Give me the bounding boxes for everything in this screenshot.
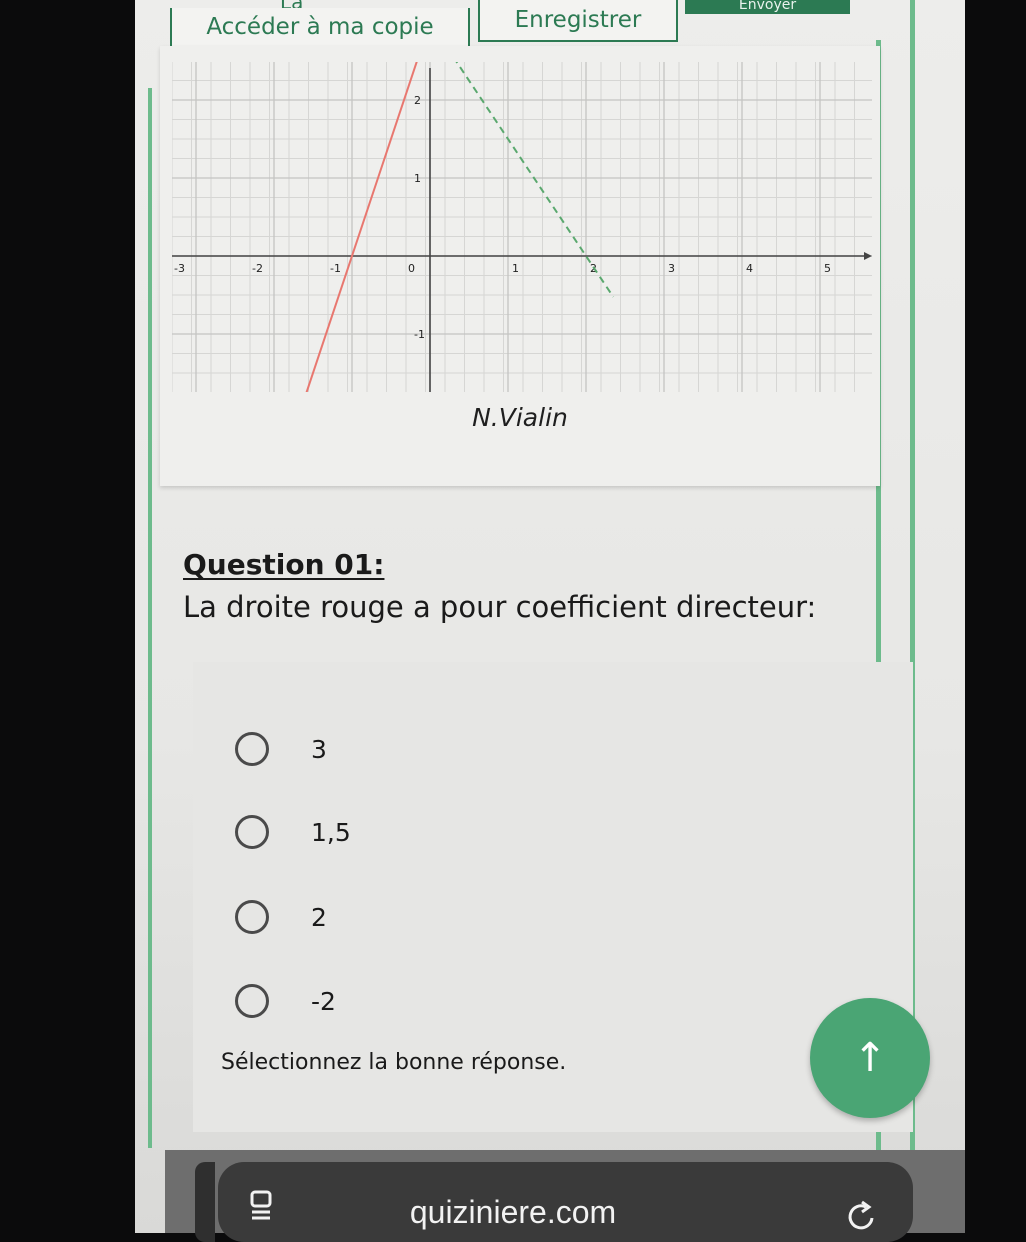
answer-option-4[interactable]: -2 <box>235 984 336 1018</box>
radio-button[interactable] <box>235 900 269 934</box>
question-text: La droite rouge a pour coefficient direc… <box>183 590 817 624</box>
x-tick-label: -2 <box>252 262 263 275</box>
answer-label: 1,5 <box>311 817 351 847</box>
x-tick-label: -1 <box>330 262 341 275</box>
x-tick-label: 1 <box>512 262 519 275</box>
radio-button[interactable] <box>235 732 269 766</box>
green-dashed-line <box>455 62 615 298</box>
red-line <box>305 62 418 392</box>
send-button[interactable]: Envoyer <box>685 0 850 14</box>
x-tick-label: 3 <box>668 262 675 275</box>
answer-option-3[interactable]: 2 <box>235 900 327 934</box>
answer-hint: Sélectionnez la bonne réponse. <box>221 1050 567 1075</box>
function-graph: -3-2-101234521-1 <box>172 62 872 392</box>
scroll-top-button[interactable]: ↑ <box>810 998 930 1118</box>
top-toolbar: La Accéder à ma copie Enregistrer Envoye… <box>170 0 870 48</box>
save-button[interactable]: Enregistrer <box>478 0 678 42</box>
answer-option-1[interactable]: 3 <box>235 732 327 766</box>
arrow-up-icon: ↑ <box>853 1035 887 1081</box>
x-tick-label: 4 <box>746 262 753 275</box>
y-tick-label: 2 <box>414 94 421 107</box>
x-axis-arrow <box>864 252 872 260</box>
radio-button[interactable] <box>235 815 269 849</box>
answers-panel: 3 1,5 2 -2 Sélectionnez la bonne réponse… <box>193 662 913 1132</box>
answer-label: -2 <box>311 986 336 1016</box>
figure-author: N.Vialin <box>472 403 568 432</box>
x-tick-label: -3 <box>174 262 185 275</box>
x-tick-label: 0 <box>408 262 415 275</box>
answer-option-2[interactable]: 1,5 <box>235 815 351 849</box>
question-title: Question 01: <box>183 548 385 581</box>
left-accent-rail <box>148 88 152 1148</box>
access-copy-button[interactable]: Accéder à ma copie <box>170 8 470 48</box>
radio-button[interactable] <box>235 984 269 1018</box>
reload-icon[interactable] <box>842 1196 882 1236</box>
graph-card: -3-2-101234521-1 N.Vialin <box>160 46 880 486</box>
answer-label: 3 <box>311 734 327 764</box>
y-tick-label: -1 <box>414 328 425 341</box>
x-tick-label: 5 <box>824 262 831 275</box>
y-tick-label: 1 <box>414 172 421 185</box>
answer-label: 2 <box>311 902 327 932</box>
